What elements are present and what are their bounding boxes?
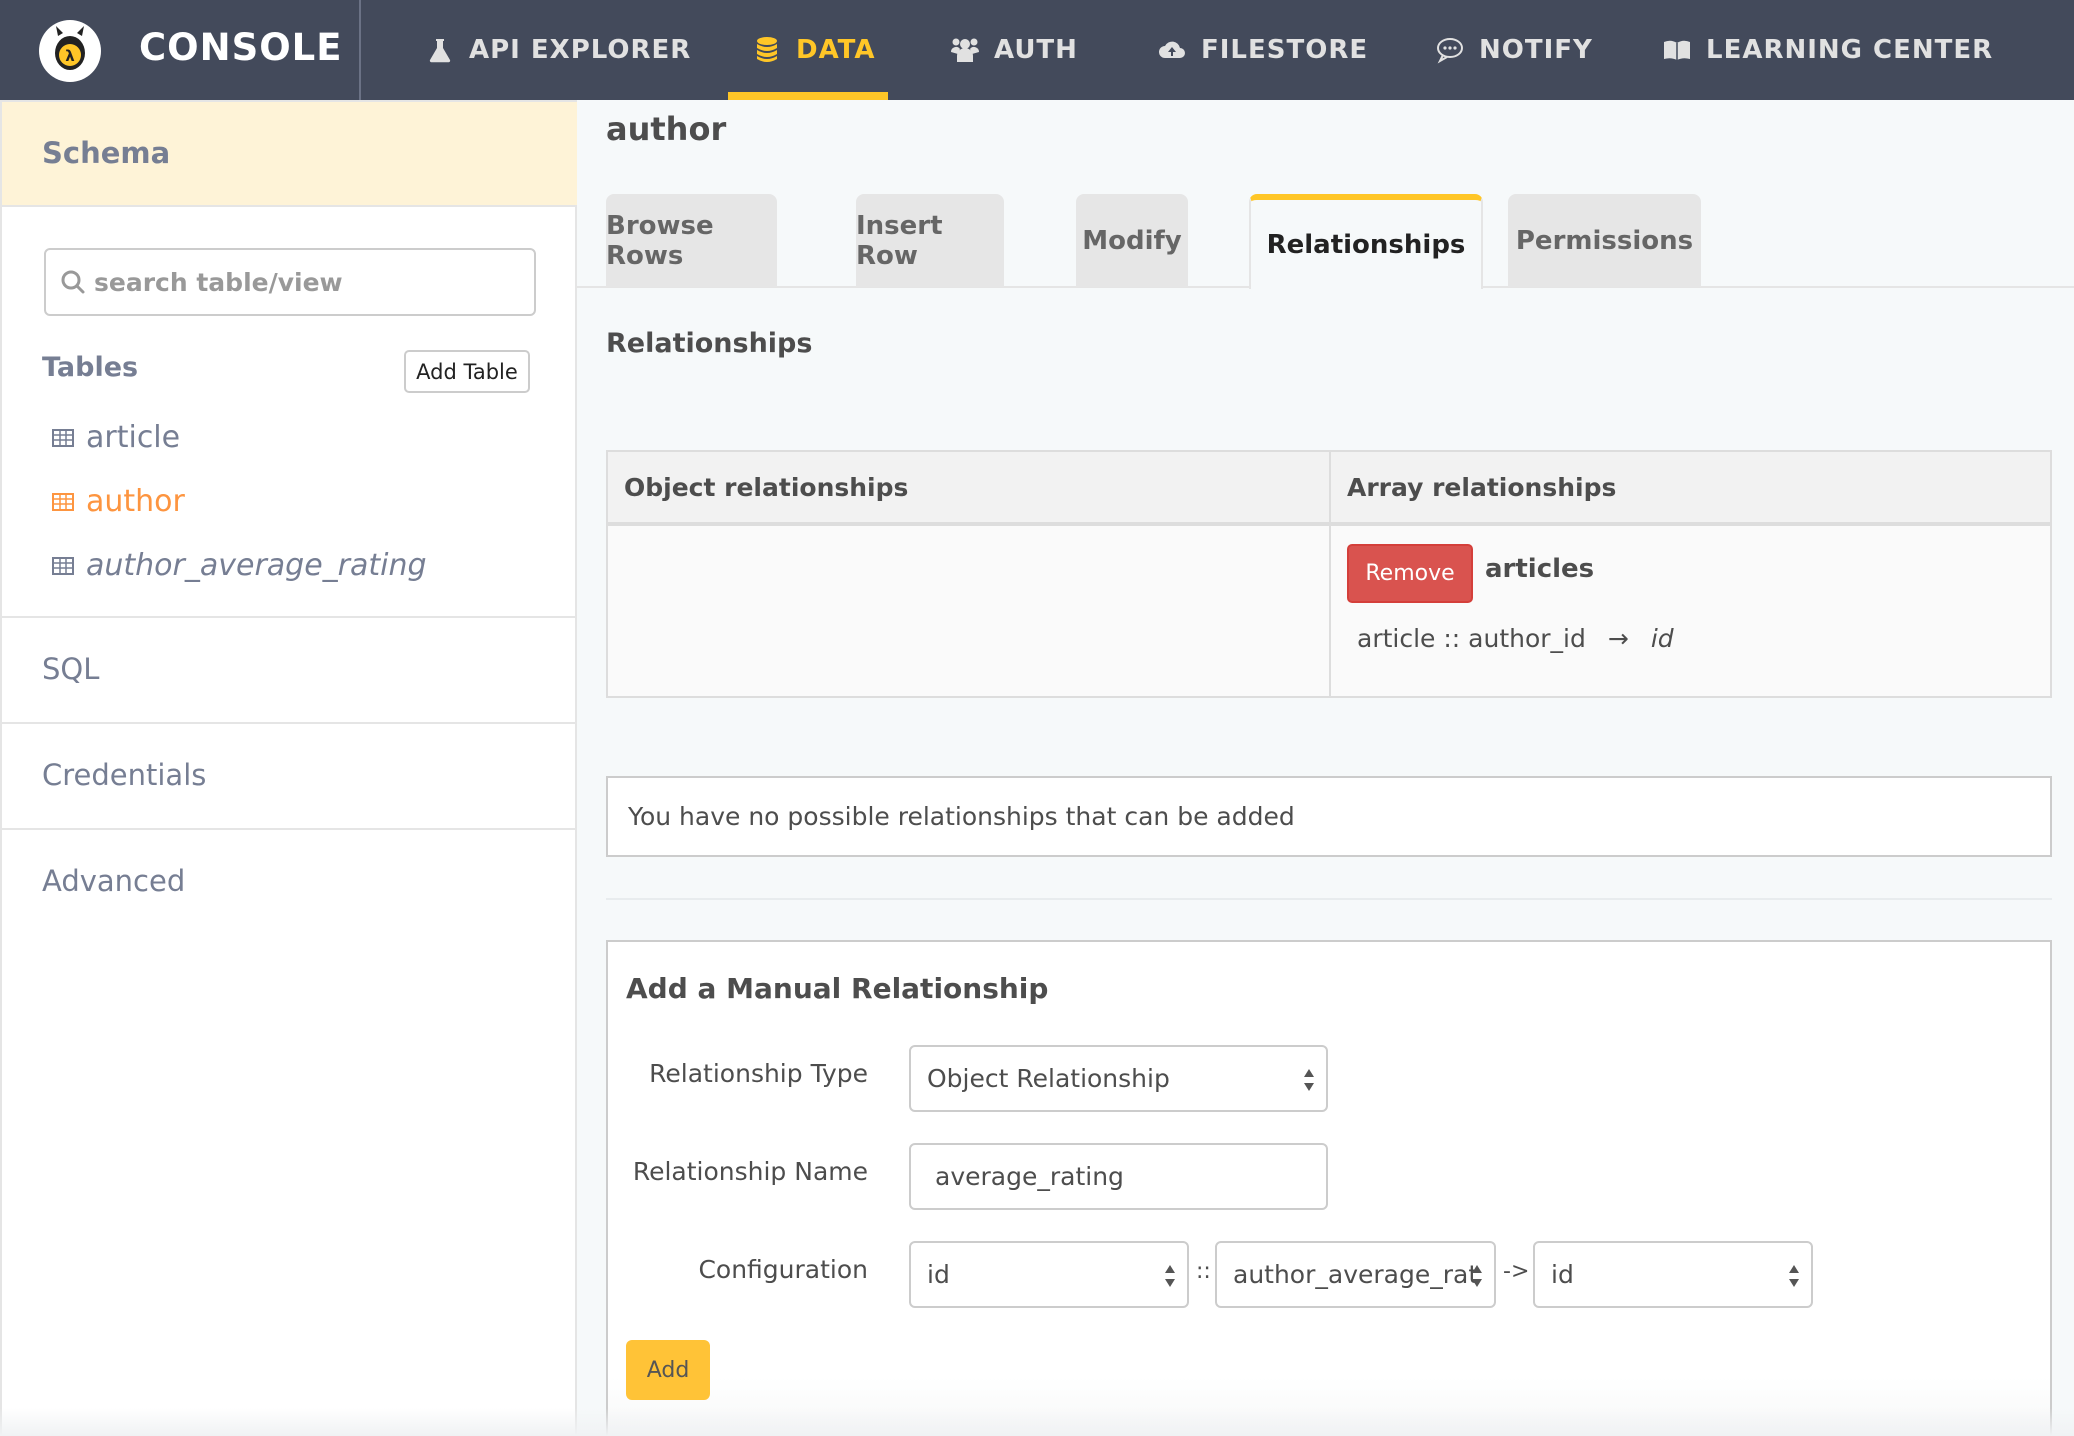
select-value: author_average_rat xyxy=(1233,1260,1479,1289)
nav-filestore[interactable]: FILESTORE xyxy=(1157,0,1368,100)
add-table-button[interactable]: Add Table xyxy=(404,350,530,393)
schema-label: Schema xyxy=(42,136,171,170)
remove-relationship-button[interactable]: Remove xyxy=(1347,544,1473,603)
svg-text:λ: λ xyxy=(65,47,75,65)
nav-label: LEARNING CENTER xyxy=(1706,35,1994,65)
table-name: article xyxy=(86,420,181,455)
select-arrows-icon xyxy=(1165,1265,1175,1287)
relationship-name-input[interactable]: average_rating xyxy=(909,1143,1328,1210)
database-icon xyxy=(757,37,777,62)
column-divider xyxy=(1329,452,1331,696)
table-name: author xyxy=(86,484,185,519)
relationship-name: articles xyxy=(1485,554,1595,584)
table-name: author_average_rating xyxy=(86,548,427,583)
relationships-table: Object relationships Array relationships… xyxy=(606,450,2052,698)
table-icon xyxy=(52,556,74,575)
configuration-label: Configuration xyxy=(698,1255,868,1284)
relationship-type-label: Relationship Type xyxy=(649,1059,868,1088)
notice-text: You have no possible relationships that … xyxy=(628,802,1295,831)
table-icon xyxy=(52,492,74,511)
select-value: Object Relationship xyxy=(927,1064,1170,1093)
divider xyxy=(606,898,2052,900)
select-value: id xyxy=(1551,1260,1574,1289)
mapping-source: article :: author_id xyxy=(1357,624,1586,653)
add-relationship-button[interactable]: Add xyxy=(626,1340,710,1400)
nav-active-indicator xyxy=(728,92,888,100)
select-arrows-icon xyxy=(1472,1265,1482,1287)
top-nav: λ CONSOLE API EXPLORER DATA AUTH FILESTO… xyxy=(0,0,2074,100)
flask-icon xyxy=(429,39,451,63)
brand-name: CONSOLE xyxy=(139,26,343,69)
tab-modify[interactable]: Modify xyxy=(1076,194,1188,287)
relationship-type-select[interactable]: Object Relationship xyxy=(909,1045,1328,1112)
users-icon xyxy=(951,38,979,62)
input-value: average_rating xyxy=(935,1162,1124,1191)
nav-label: API EXPLORER xyxy=(469,35,692,65)
tab-relationships[interactable]: Relationships xyxy=(1249,194,1483,289)
select-arrows-icon xyxy=(1304,1069,1314,1091)
divider xyxy=(2,828,577,830)
tab-permissions[interactable]: Permissions xyxy=(1508,194,1701,287)
header-object-relationships: Object relationships xyxy=(608,452,1329,526)
search-icon xyxy=(61,270,85,294)
section-heading: Relationships xyxy=(606,328,813,359)
page-title: author xyxy=(606,110,727,148)
header-array-relationships: Array relationships xyxy=(1331,452,2050,526)
search-box[interactable] xyxy=(44,248,536,316)
sidebar-link-sql[interactable]: SQL xyxy=(42,652,99,686)
table-icon xyxy=(52,428,74,447)
manual-relationship-title: Add a Manual Relationship xyxy=(626,972,1049,1005)
select-arrows-icon xyxy=(1789,1265,1799,1287)
tab-browse-rows[interactable]: Browse Rows xyxy=(606,194,777,287)
config-remote-table-select[interactable]: author_average_rat xyxy=(1215,1241,1496,1308)
cloud-upload-icon xyxy=(1159,41,1185,58)
hasura-lambda-logo-icon: λ xyxy=(39,20,101,82)
nav-api-explorer[interactable]: API EXPLORER xyxy=(425,0,691,100)
sidebar-table-author[interactable]: author xyxy=(52,484,185,519)
relationship-mapping: article :: author_id → id xyxy=(1357,624,1674,653)
tables-label: Tables xyxy=(42,352,139,383)
config-separator: :: xyxy=(1196,1259,1211,1284)
nav-label: AUTH xyxy=(994,35,1078,65)
select-value: id xyxy=(927,1260,950,1289)
sidebar-link-advanced[interactable]: Advanced xyxy=(42,864,185,898)
search-input[interactable] xyxy=(94,267,514,297)
divider xyxy=(2,722,577,724)
nav-label: DATA xyxy=(796,35,876,65)
config-remote-column-select[interactable]: id xyxy=(1533,1241,1813,1308)
nav-notify[interactable]: NOTIFY xyxy=(1435,0,1593,100)
suggestions-notice: You have no possible relationships that … xyxy=(606,776,2052,857)
nav-label: FILESTORE xyxy=(1201,35,1369,65)
nav-learning-center[interactable]: LEARNING CENTER xyxy=(1662,0,1993,100)
arrow-right-icon: → xyxy=(1607,624,1629,653)
sidebar-link-credentials[interactable]: Credentials xyxy=(42,758,206,792)
chat-bubble-icon xyxy=(1437,38,1463,64)
brand[interactable]: λ CONSOLE xyxy=(0,0,361,100)
mapping-target: id xyxy=(1650,624,1674,653)
manual-relationship-panel: Add a Manual Relationship Relationship T… xyxy=(606,940,2052,1436)
config-arrow: -> xyxy=(1503,1259,1530,1284)
nav-auth[interactable]: AUTH xyxy=(950,0,1078,100)
schema-header[interactable]: Schema xyxy=(2,100,577,207)
main-content: author Browse Rows Insert Row Modify Rel… xyxy=(577,100,2074,1436)
tab-insert-row[interactable]: Insert Row xyxy=(856,194,1004,287)
sidebar-table-article[interactable]: article xyxy=(52,420,180,455)
config-left-column-select[interactable]: id xyxy=(909,1241,1189,1308)
divider xyxy=(2,616,577,618)
relationship-name-label: Relationship Name xyxy=(632,1157,868,1186)
sidebar-view-author-average-rating[interactable]: author_average_rating xyxy=(52,548,427,583)
sidebar: Schema Tables Add Table article author a… xyxy=(0,100,577,1436)
nav-label: NOTIFY xyxy=(1479,35,1593,65)
book-open-icon xyxy=(1664,40,1690,60)
nav-data[interactable]: DATA xyxy=(752,0,876,100)
